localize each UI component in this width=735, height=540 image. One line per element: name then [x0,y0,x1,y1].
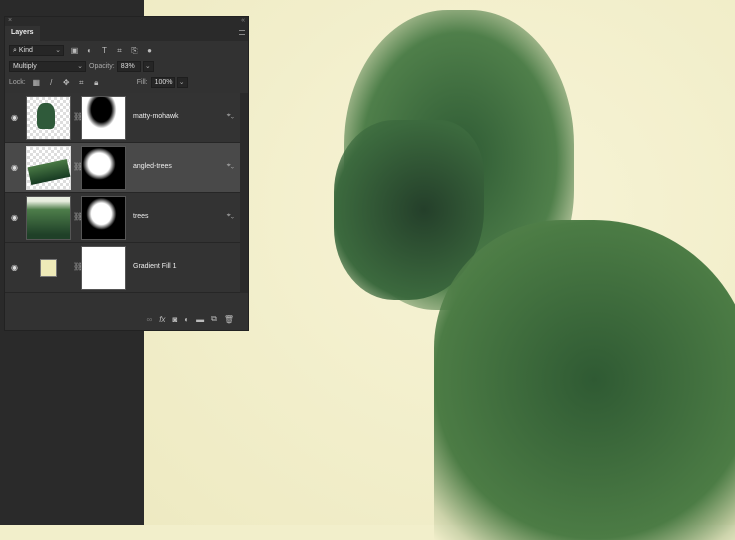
layer-thumbnail[interactable] [26,146,71,190]
fx-icon[interactable]: fx [159,315,165,324]
layer-name[interactable]: matty-mohawk [133,113,179,120]
visibility-eye-icon[interactable]: ◉ [11,163,18,172]
visibility-eye-icon[interactable]: ◉ [11,213,18,222]
layer-row[interactable]: ◉ ⛓︎ angled-trees ⌖⌄ [5,143,240,193]
lock-transparency-icon[interactable]: ▦ [32,78,41,87]
filter-toggle-icon[interactable]: ● [145,46,154,55]
lock-label: Lock: [9,79,26,86]
layer-mask-thumbnail[interactable] [81,196,126,240]
lock-position-icon[interactable]: ✥ [62,78,71,87]
opacity-input[interactable]: 83% [116,61,141,72]
fill-dropdown[interactable]: ⌄ [176,77,188,88]
fill-label: Fill: [136,79,148,86]
adjustment-filter-icon[interactable]: ◐ [85,46,94,55]
fill-input[interactable]: 100% [150,77,175,88]
layer-row[interactable]: ◉ ⛓︎ trees ⌖⌄ [5,193,240,243]
visibility-eye-icon[interactable]: ◉ [11,113,18,122]
opacity-label: Opacity: [89,63,115,70]
layer-name[interactable]: angled-trees [133,163,172,170]
lock-pixels-icon[interactable]: / [47,78,56,87]
type-filter-icon[interactable]: T [100,46,109,55]
scrollbar[interactable] [240,93,248,293]
panel-footer: ∞ fx ◙ ◐ ▬ ⧉ 🗑︎ [5,308,248,330]
layer-mask-thumbnail[interactable] [81,246,126,290]
layer-mask-thumbnail[interactable] [81,96,126,140]
layer-name[interactable]: Gradient Fill 1 [133,263,177,270]
forest-double-exposure-figure [304,0,735,540]
filter-kind-select[interactable]: ⌕ Kind ⌄ [9,45,64,56]
mask-icon[interactable]: ◙ [172,315,177,324]
layers-panel: × « Layers ⌕ Kind ⌄ ▣ ◐ T ⌗ ⎘ ● Multiply ⌄ … [4,16,249,331]
layer-list: ◉ ⛓︎ matty-mohawk ⌖⌄ ◉ ⛓︎ angled-trees ⌖… [5,93,240,293]
smart-object-filter-icon[interactable]: ⎘ [130,46,139,56]
collapse-panel-button[interactable]: « [241,17,245,24]
opacity-dropdown[interactable]: ⌄ [142,61,154,72]
layer-name[interactable]: trees [133,213,149,220]
close-panel-button[interactable]: × [8,17,12,24]
trash-icon[interactable]: 🗑︎ [224,315,234,324]
lock-all-icon[interactable]: 🔒︎ [92,78,101,88]
layer-thumbnail[interactable] [26,196,71,240]
shape-filter-icon[interactable]: ⌗ [115,46,124,56]
layer-mask-thumbnail[interactable] [81,146,126,190]
layer-row[interactable]: ◉ ⛓︎ matty-mohawk ⌖⌄ [5,93,240,143]
blend-mode-select[interactable]: Multiply ⌄ [9,61,86,72]
search-icon: ⌕ [13,47,17,54]
folder-icon[interactable]: ▬ [196,315,204,324]
adjustment-icon[interactable]: ◐ [184,315,189,324]
layer-thumbnail[interactable] [26,96,71,140]
new-layer-icon[interactable]: ⧉ [211,314,217,324]
visibility-eye-icon[interactable]: ◉ [11,263,18,272]
panel-menu-icon[interactable] [239,30,245,35]
smart-filter-icon[interactable]: ⌖⌄ [227,212,234,220]
smart-filter-icon[interactable]: ⌖⌄ [227,162,234,170]
smart-filter-icon[interactable]: ⌖⌄ [227,112,234,120]
gradient-fill-icon[interactable] [40,259,57,277]
tab-layers[interactable]: Layers [5,26,40,41]
link-icon[interactable]: ∞ [147,315,153,324]
layer-row[interactable]: ◉ ⛓︎ Gradient Fill 1 [5,243,240,293]
lock-artboard-icon[interactable]: ⌗ [77,78,86,88]
image-filter-icon[interactable]: ▣ [70,46,79,55]
